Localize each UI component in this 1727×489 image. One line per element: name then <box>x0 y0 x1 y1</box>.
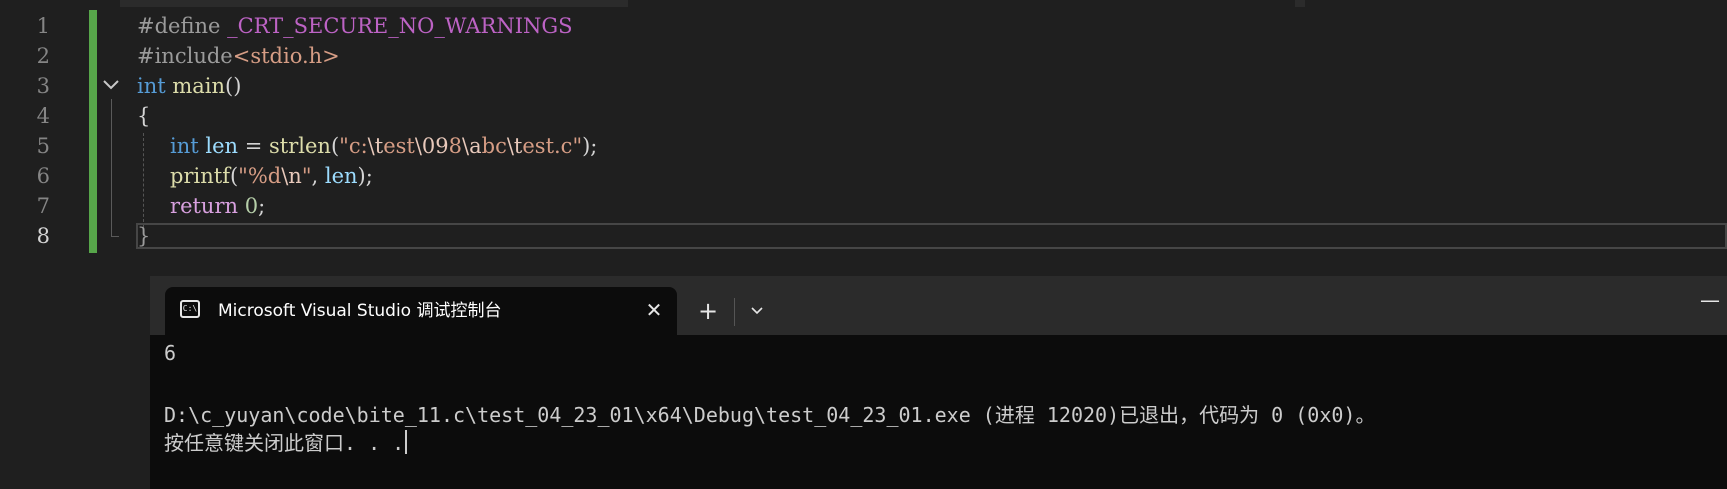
terminal-tab[interactable]: C:\ Microsoft Visual Studio 调试控制台 ✕ <box>165 287 677 335</box>
top-strip <box>0 0 1727 7</box>
code-line-4[interactable]: { <box>137 101 150 131</box>
code-line-3[interactable]: int main() <box>137 71 241 101</box>
top-strip-segment <box>1305 0 1727 7</box>
punctuation: ); <box>582 134 598 158</box>
console-icon: C:\ <box>180 300 200 318</box>
keyword: int <box>170 134 199 158</box>
string-literal: "c: <box>339 134 368 158</box>
line-number-active: 8 <box>36 224 50 248</box>
divider <box>734 298 735 326</box>
string-literal: "%d <box>238 164 282 188</box>
change-indicator-bar <box>89 10 97 253</box>
variable: len <box>324 164 358 188</box>
close-icon[interactable]: ✕ <box>642 298 666 322</box>
code-line-6[interactable]: printf("%d\n", len); <box>150 161 373 191</box>
include-header: <stdio.h> <box>232 44 340 68</box>
code-line-2[interactable]: #include<stdio.h> <box>137 41 340 71</box>
fold-region-end <box>111 236 119 237</box>
indent-guide <box>143 133 144 227</box>
console-output-line: 6 <box>164 341 177 365</box>
escape-sequence: \09 <box>414 134 449 158</box>
terminal-titlebar: C:\ Microsoft Visual Studio 调试控制台 ✕ + — <box>150 276 1727 335</box>
operator: = <box>238 134 270 158</box>
line-number: 5 <box>36 134 50 158</box>
punctuation: ( <box>229 164 239 188</box>
line-number: 3 <box>36 74 50 98</box>
fold-region-line <box>111 99 112 237</box>
string-literal: " <box>301 164 312 188</box>
code-editor[interactable]: 1 2 3 4 5 6 7 8 #define _CRT_SECURE_NO_W… <box>0 7 1727 253</box>
current-line-highlight <box>136 223 1727 249</box>
preprocessor-directive: #define <box>137 14 221 38</box>
variable: len <box>205 134 239 158</box>
minimize-button[interactable]: — <box>1698 288 1722 312</box>
keyword: int <box>137 74 166 98</box>
string-literal: est <box>383 134 415 158</box>
macro-name: _CRT_SECURE_NO_WARNINGS <box>220 14 573 38</box>
line-number: 7 <box>36 194 50 218</box>
text-cursor <box>405 430 408 454</box>
string-literal: bc <box>481 134 507 158</box>
escape-sequence: \a <box>462 134 482 158</box>
tab-title: Microsoft Visual Studio 调试控制台 <box>218 301 502 321</box>
function-name: printf <box>170 164 230 188</box>
console-output-line: D:\c_yuyan\code\bite_11.c\test_04_23_01\… <box>164 403 1376 427</box>
code-line-7[interactable]: return 0; <box>150 191 265 221</box>
line-number: 2 <box>36 44 50 68</box>
brace: { <box>137 104 151 128</box>
top-strip-segment <box>628 0 1295 7</box>
punctuation: ( <box>330 134 340 158</box>
top-strip-segment <box>0 0 120 7</box>
chevron-down-icon[interactable] <box>100 75 122 97</box>
escape-sequence: \t <box>506 134 523 158</box>
line-number: 4 <box>36 104 50 128</box>
debug-console-window[interactable]: C:\ Microsoft Visual Studio 调试控制台 ✕ + — … <box>150 276 1727 489</box>
function-name: strlen <box>269 134 331 158</box>
punctuation: () <box>225 74 242 98</box>
line-number: 1 <box>36 14 50 38</box>
chevron-down-icon[interactable] <box>742 296 772 326</box>
punctuation: ; <box>258 194 266 218</box>
console-output-prompt[interactable]: 按任意键关闭此窗口. . . <box>164 429 408 457</box>
escape-sequence: \n <box>281 164 302 188</box>
new-tab-button[interactable]: + <box>693 296 723 326</box>
punctuation: ); <box>357 164 373 188</box>
preprocessor-directive: #include <box>137 44 233 68</box>
line-number: 6 <box>36 164 50 188</box>
string-literal: est.c" <box>522 134 583 158</box>
punctuation: , <box>311 164 325 188</box>
brace: } <box>137 224 151 248</box>
function-name: main <box>165 74 226 98</box>
code-line-1[interactable]: #define _CRT_SECURE_NO_WARNINGS <box>137 11 573 41</box>
keyword-return: return <box>170 194 239 218</box>
code-line-8[interactable]: } <box>137 221 150 251</box>
string-literal: 8 <box>448 134 463 158</box>
escape-sequence: \t <box>367 134 384 158</box>
console-prompt-text: 按任意键关闭此窗口. . . <box>164 431 405 455</box>
number-literal: 0 <box>244 194 259 218</box>
code-line-5[interactable]: int len = strlen("c:\test\098\abc\test.c… <box>150 131 597 161</box>
